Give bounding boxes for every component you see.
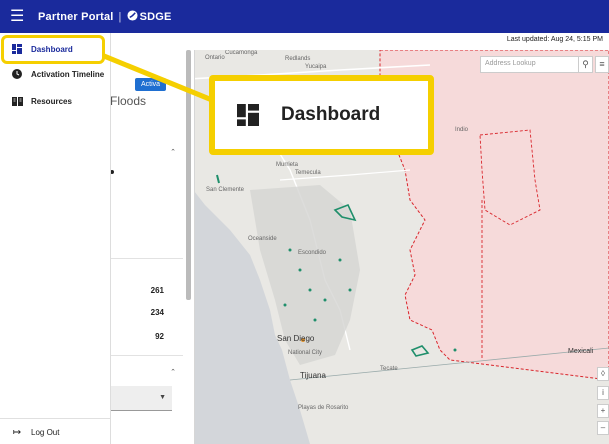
dashboard-icon [237,104,259,126]
callout-label: Dashboard [281,104,381,125]
callout-connector [103,53,213,103]
dashboard-callout: Dashboard [209,75,434,155]
